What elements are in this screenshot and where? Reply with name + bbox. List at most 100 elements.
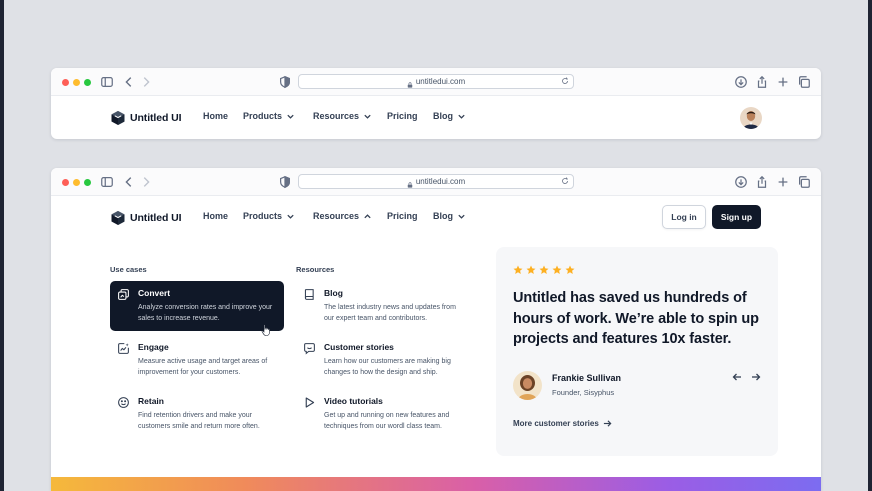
logo-mark-icon (111, 111, 125, 125)
menu-item-title: Convert (138, 288, 171, 298)
nav-resources[interactable]: Resources (313, 211, 372, 221)
privacy-shield-icon[interactable] (278, 175, 292, 189)
share-icon[interactable] (755, 75, 769, 89)
chevron-down-icon (457, 212, 466, 221)
nav-blog-label: Blog (433, 211, 453, 221)
menu-item-blog[interactable]: Blog The latest industry news and update… (296, 281, 470, 331)
nav-pricing[interactable]: Pricing (387, 111, 418, 121)
minimize-window-button[interactable] (73, 79, 80, 86)
arrow-right-icon (603, 419, 612, 428)
nav-pricing-label: Pricing (387, 111, 418, 121)
sidebar-toggle-icon[interactable] (100, 175, 114, 189)
forward-icon[interactable] (139, 175, 153, 189)
minimize-window-button[interactable] (73, 179, 80, 186)
download-icon[interactable] (734, 175, 748, 189)
nav-resources-label: Resources (313, 211, 360, 221)
nav-blog-label: Blog (433, 111, 453, 121)
browser-window-expanded: untitledui.com Untitled UI Home Products… (51, 168, 821, 491)
close-window-button[interactable] (62, 179, 69, 186)
nav-home[interactable]: Home (203, 111, 228, 121)
more-link-label: More customer stories (513, 419, 599, 428)
chevron-down-icon (286, 112, 295, 121)
sidebar-toggle-icon[interactable] (100, 75, 114, 89)
smile-icon (117, 396, 130, 409)
menu-item-description: Get up and running on new features and t… (324, 412, 450, 430)
testimonial-quote: Untitled has saved us hundreds of hours … (513, 290, 759, 347)
browser-chrome: untitledui.com (51, 68, 821, 96)
convert-icon (117, 288, 130, 301)
nav-products[interactable]: Products (243, 211, 295, 221)
menu-item-convert[interactable]: Convert Analyze conversion rates and imp… (110, 281, 284, 331)
nav-resources-label: Resources (313, 111, 360, 121)
brand-name: Untitled UI (130, 212, 182, 224)
nav-blog[interactable]: Blog (433, 211, 466, 221)
use-cases-heading: Use cases (110, 265, 147, 274)
nav-home[interactable]: Home (203, 211, 228, 221)
star-icon (552, 265, 562, 275)
nav-products-label: Products (243, 211, 283, 221)
browser-window-collapsed: untitledui.com Untitled UI Home Products… (51, 68, 821, 139)
nav-home-label: Home (203, 211, 229, 221)
nav-blog[interactable]: Blog (433, 111, 466, 121)
nav-pricing[interactable]: Pricing (387, 211, 418, 221)
chevron-down-icon (457, 112, 466, 121)
star-icon (539, 265, 549, 275)
tab-overview-icon[interactable] (797, 75, 811, 89)
chevron-up-icon (363, 212, 372, 221)
chevron-down-icon (286, 212, 295, 221)
menu-item-description: Learn how our customers are making big c… (324, 358, 451, 376)
menu-item-video-tutorials[interactable]: Video tutorials Get up and running on ne… (296, 389, 470, 439)
logo-mark-icon (111, 211, 125, 225)
nav-resources[interactable]: Resources (313, 111, 372, 121)
menu-item-title: Customer stories (324, 342, 394, 352)
reload-icon[interactable] (561, 177, 569, 185)
back-icon[interactable] (122, 175, 136, 189)
address-bar[interactable]: untitledui.com (298, 74, 574, 89)
privacy-shield-icon[interactable] (278, 75, 292, 89)
back-icon[interactable] (122, 75, 136, 89)
maximize-window-button[interactable] (84, 179, 91, 186)
login-button[interactable]: Log in (662, 205, 706, 229)
nav-pricing-label: Pricing (387, 211, 418, 221)
menu-item-engage[interactable]: Engage Measure active usage and target a… (110, 335, 284, 385)
new-tab-icon[interactable] (776, 175, 790, 189)
testimonial-card: Untitled has saved us hundreds of hours … (496, 247, 778, 456)
nav-home-label: Home (203, 111, 229, 121)
menu-item-description: Find retention drivers and make your cus… (138, 412, 260, 430)
testimonial-name: Frankie Sullivan (552, 373, 622, 383)
arrow-right-icon[interactable] (751, 372, 761, 382)
reload-icon[interactable] (561, 77, 569, 85)
menu-item-description: The latest industry news and updates fro… (324, 304, 456, 322)
share-icon[interactable] (755, 175, 769, 189)
more-customer-stories-link[interactable]: More customer stories (513, 419, 612, 428)
close-window-button[interactable] (62, 79, 69, 86)
nav-products[interactable]: Products (243, 111, 295, 121)
engage-icon (117, 342, 130, 355)
chevron-down-icon (363, 112, 372, 121)
tab-overview-icon[interactable] (797, 175, 811, 189)
address-bar[interactable]: untitledui.com (298, 174, 574, 189)
logo[interactable]: Untitled UI (110, 210, 182, 226)
menu-item-title: Retain (138, 396, 164, 406)
logo[interactable]: Untitled UI (110, 110, 182, 126)
play-icon (303, 396, 316, 409)
message-smile-icon (303, 342, 316, 355)
menu-item-title: Engage (138, 342, 169, 352)
arrow-left-icon[interactable] (732, 372, 742, 382)
forward-icon[interactable] (139, 75, 153, 89)
lock-icon (407, 179, 413, 188)
user-avatar[interactable] (740, 107, 762, 129)
lock-icon (407, 79, 413, 88)
menu-item-title: Video tutorials (324, 396, 383, 406)
testimonial-avatar (513, 371, 542, 400)
url-text: untitledui.com (415, 77, 466, 86)
maximize-window-button[interactable] (84, 79, 91, 86)
menu-item-customer-stories[interactable]: Customer stories Learn how our customers… (296, 335, 470, 385)
menu-item-retain[interactable]: Retain Find retention drivers and make y… (110, 389, 284, 439)
testimonial-role: Founder, Sisyphus (552, 388, 615, 397)
book-icon (303, 288, 316, 301)
new-tab-icon[interactable] (776, 75, 790, 89)
download-icon[interactable] (734, 75, 748, 89)
signup-button[interactable]: Sign up (712, 205, 761, 229)
site-header: Untitled UI Home Products Resources Pric… (51, 96, 821, 139)
